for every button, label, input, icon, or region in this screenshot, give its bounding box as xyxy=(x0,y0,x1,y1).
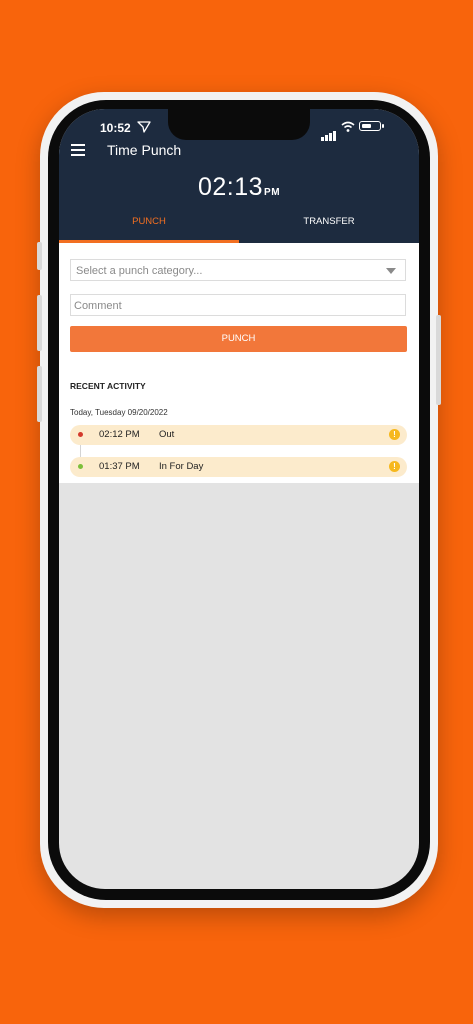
activity-time: 02:12 PM xyxy=(99,429,140,440)
current-time-ampm: PM xyxy=(264,187,281,198)
phone-volume-down-button xyxy=(37,366,42,422)
current-time-value: 02:13 xyxy=(197,173,264,201)
punch-category-select[interactable]: Select a punch category... xyxy=(70,259,406,281)
punch-category-placeholder: Select a punch category... xyxy=(76,265,203,277)
page-title: Time Punch xyxy=(107,142,182,158)
battery-level xyxy=(361,123,372,128)
status-dot xyxy=(78,432,83,437)
phone-notch xyxy=(168,109,310,140)
status-dot xyxy=(78,464,83,469)
current-time: 02:13PM xyxy=(59,173,419,202)
wifi-icon xyxy=(341,121,355,132)
tab-punch[interactable]: PUNCH xyxy=(59,216,239,227)
battery-icon xyxy=(359,121,384,131)
comment-placeholder: Comment xyxy=(74,300,122,312)
phone-side-button xyxy=(37,242,42,270)
phone-volume-up-button xyxy=(37,295,42,351)
activity-label: Out xyxy=(159,429,175,440)
activity-time: 01:37 PM xyxy=(99,461,140,472)
app-screen: 10:52 Time Punch 02:13PM PUNCH TRANSFER … xyxy=(59,109,419,889)
comment-field[interactable]: Comment xyxy=(70,294,406,316)
punch-form: Select a punch category... Comment PUNCH xyxy=(59,243,419,367)
warning-icon[interactable]: ! xyxy=(389,461,400,472)
location-arrow-icon xyxy=(137,121,151,133)
hamburger-menu-icon[interactable] xyxy=(71,144,85,156)
dropdown-arrow-icon xyxy=(386,268,396,274)
warning-icon[interactable]: ! xyxy=(389,429,400,440)
recent-activity-date: Today, Tuesday 09/20/2022 xyxy=(70,408,168,417)
activity-item[interactable]: 01:37 PM In For Day ! xyxy=(70,457,407,477)
activity-item[interactable]: 02:12 PM Out ! xyxy=(70,425,407,445)
recent-activity-section: RECENT ACTIVITY Today, Tuesday 09/20/202… xyxy=(59,367,419,483)
signal-icon xyxy=(321,123,337,141)
phone-power-button xyxy=(436,315,441,405)
activity-label: In For Day xyxy=(159,461,204,472)
status-time: 10:52 xyxy=(100,121,131,135)
recent-activity-title: RECENT ACTIVITY xyxy=(70,381,146,391)
tab-transfer[interactable]: TRANSFER xyxy=(239,216,419,227)
punch-button[interactable]: PUNCH xyxy=(70,326,407,352)
